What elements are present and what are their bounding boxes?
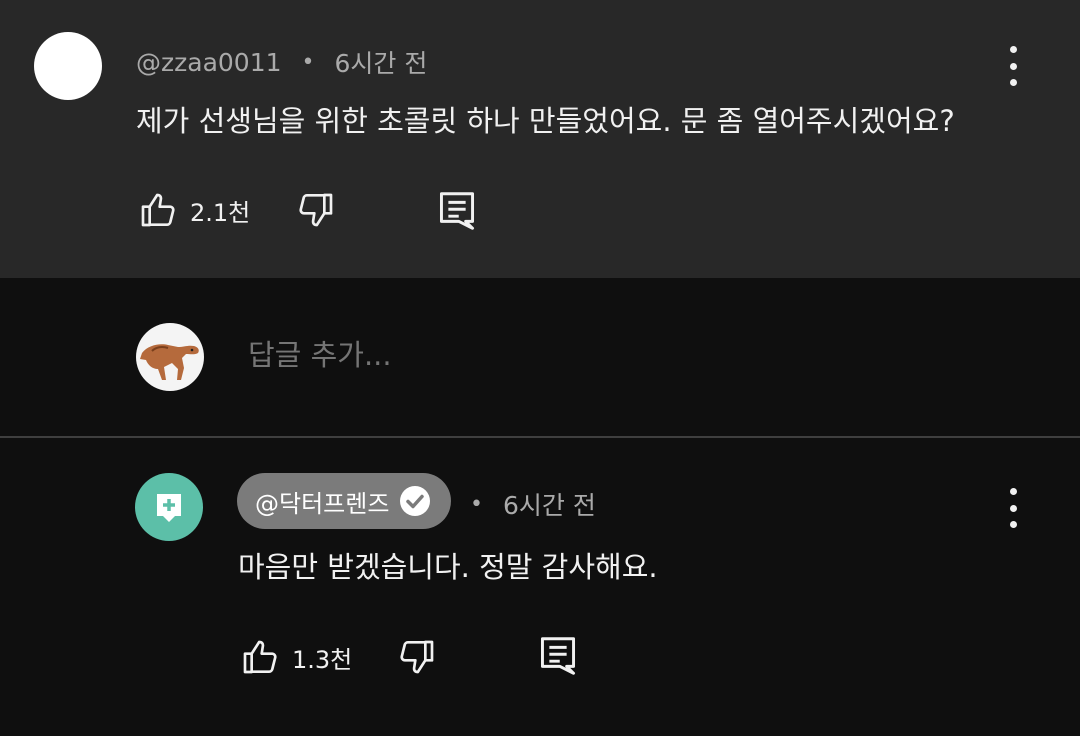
reply-meta: • 6시간 전: [470, 486, 596, 522]
like-icon: [141, 193, 175, 227]
user-avatar[interactable]: [136, 323, 204, 391]
dinosaur-image: [140, 344, 199, 380]
comment-text: 제가 선생님을 위한 초콜릿 하나 만들었어요. 문 좀 열어주시겠어요?: [136, 104, 955, 138]
reply-time: 6시간 전: [502, 491, 596, 520]
top-comment: @zzaa0011 • 6시간 전 제가 선생님을 위한 초콜릿 하나 만들었어…: [0, 0, 1080, 278]
comment-meta: @zzaa0011 • 6시간 전: [136, 44, 427, 80]
more-vert-icon: [1009, 488, 1017, 495]
channel-avatar[interactable]: [135, 473, 203, 541]
more-options-button[interactable]: [1003, 488, 1023, 528]
comment-author[interactable]: @zzaa0011: [136, 48, 282, 77]
reply-icon: [439, 192, 475, 230]
verified-check-icon: [400, 486, 431, 516]
like-count: 1.3천: [292, 645, 353, 674]
reply-icon: [540, 637, 576, 675]
reply-author: @닥터프렌즈: [255, 489, 390, 518]
medical-cross-icon: [157, 494, 181, 522]
reply-button[interactable]: [438, 190, 476, 232]
dislike-icon: [400, 640, 434, 674]
comment-time: 6시간 전: [334, 49, 428, 78]
dislike-button[interactable]: [296, 190, 336, 230]
reply-button[interactable]: [539, 635, 577, 677]
meta-separator: •: [301, 49, 315, 75]
dislike-button[interactable]: [397, 637, 437, 677]
divider: [0, 436, 1080, 438]
dislike-icon: [299, 193, 333, 227]
more-options-button[interactable]: [1003, 46, 1023, 86]
like-button[interactable]: 2.1천: [138, 190, 250, 230]
more-vert-icon: [1009, 46, 1017, 53]
like-button[interactable]: 1.3천: [240, 637, 352, 677]
channel-name-badge[interactable]: @닥터프렌즈: [237, 473, 451, 529]
reply-input[interactable]: [248, 338, 948, 372]
like-count: 2.1천: [190, 198, 251, 227]
like-icon: [243, 640, 277, 674]
meta-separator: •: [470, 491, 483, 517]
reply-text: 마음만 받겠습니다. 정말 감사해요.: [238, 550, 658, 584]
avatar[interactable]: [34, 32, 102, 100]
